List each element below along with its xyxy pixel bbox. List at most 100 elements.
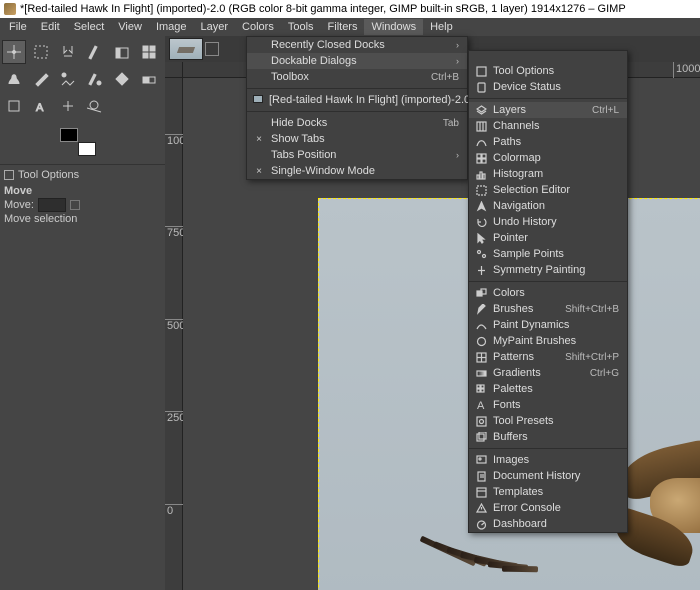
divider <box>0 164 165 165</box>
menubar[interactable]: FileEditSelectViewImageLayerColorsToolsF… <box>0 18 700 36</box>
device-icon <box>475 81 487 93</box>
menu-windows[interactable]: Windows <box>364 19 423 35</box>
tool-pencil[interactable] <box>29 67 53 91</box>
menu-item-gradients[interactable]: GradientsCtrl+G <box>469 365 627 381</box>
menu-item-layers[interactable]: LayersCtrl+L <box>469 102 627 118</box>
menu-item-sample-points[interactable]: Sample Points <box>469 246 627 262</box>
submenu-arrow-icon: › <box>456 56 459 66</box>
move-tip: Move selection <box>4 213 161 225</box>
toolbox: A <box>0 36 165 122</box>
menu-item-single-window-mode[interactable]: ×Single-Window Mode <box>247 163 467 179</box>
ruler-corner <box>165 62 183 78</box>
tool-smudge[interactable] <box>2 67 26 91</box>
menu-select[interactable]: Select <box>67 19 112 35</box>
paths-icon <box>475 136 487 148</box>
tool-icon <box>475 65 487 77</box>
image-tab-thumb[interactable] <box>169 38 203 60</box>
pat-icon <box>475 351 487 363</box>
tool-transform[interactable] <box>137 40 161 64</box>
ruler-vertical[interactable]: 10007505002500 <box>165 78 183 590</box>
font-icon: A <box>475 399 487 411</box>
tool-zoom[interactable] <box>83 94 107 118</box>
tool-move[interactable] <box>2 40 26 64</box>
tool-bucket[interactable] <box>110 40 134 64</box>
menu-item-symmetry-painting[interactable]: Symmetry Painting <box>469 262 627 278</box>
menu-item-tool-presets[interactable]: Tool Presets <box>469 413 627 429</box>
move-mode-dropdown-icon[interactable] <box>70 200 80 210</box>
menu-help[interactable]: Help <box>423 19 460 35</box>
tool-options-tab[interactable]: Tool Options <box>0 167 165 183</box>
menu-dockable-dialogs[interactable]: Tool OptionsDevice Status LayersCtrl+LCha… <box>468 50 628 533</box>
menu-edit[interactable]: Edit <box>34 19 67 35</box>
menu-item-device-status[interactable]: Device Status <box>469 79 627 95</box>
menu-item-images[interactable]: Images <box>469 452 627 468</box>
menu-item-templates[interactable]: Templates <box>469 484 627 500</box>
menu-item-colors[interactable]: Colors <box>469 285 627 301</box>
menu-view[interactable]: View <box>111 19 149 35</box>
menu-item-buffers[interactable]: Buffers <box>469 429 627 445</box>
grad-icon <box>475 367 487 379</box>
tool-eraser[interactable] <box>110 67 134 91</box>
menu-item-paint-dynamics[interactable]: Paint Dynamics <box>469 317 627 333</box>
menu-item-red-tailed-hawk-in-flight-imported[interactable]: [Red-tailed Hawk In Flight] (imported)-2… <box>247 92 467 108</box>
menu-item-paths[interactable]: Paths <box>469 134 627 150</box>
tool-rect-select[interactable] <box>29 40 53 64</box>
ruler-v-tick: 1000 <box>165 134 183 147</box>
tool-gradient[interactable] <box>137 67 161 91</box>
menu-image[interactable]: Image <box>149 19 194 35</box>
menu-item-mypaint-brushes[interactable]: MyPaint Brushes <box>469 333 627 349</box>
menu-item-tabs-position[interactable]: Tabs Position› <box>247 147 467 163</box>
menu-item-error-console[interactable]: Error Console <box>469 500 627 516</box>
menu-item-dockable-dialogs[interactable]: Dockable Dialogs› <box>247 53 467 69</box>
left-dock: A Tool Options Move Move: Move selection <box>0 36 165 590</box>
menu-windows[interactable]: Recently Closed Docks› Dockable Dialogs›… <box>246 36 468 180</box>
menu-item-tool-options[interactable]: Tool Options <box>469 63 627 79</box>
menu-item-palettes[interactable]: Palettes <box>469 381 627 397</box>
menu-item-recently-closed-docks[interactable]: Recently Closed Docks› <box>247 37 467 53</box>
menu-colors[interactable]: Colors <box>235 19 281 35</box>
tool-options-icon <box>4 170 14 180</box>
fg-color-swatch[interactable] <box>60 128 78 142</box>
menu-item-histogram[interactable]: Histogram <box>469 166 627 182</box>
svg-text:A: A <box>477 400 485 411</box>
pal-icon <box>475 383 487 395</box>
nav-icon <box>475 200 487 212</box>
menu-item-undo-history[interactable]: Undo History <box>469 214 627 230</box>
menu-item-dashboard[interactable]: Dashboard <box>469 516 627 532</box>
menu-item-fonts[interactable]: AFonts <box>469 397 627 413</box>
move-mode-picker[interactable] <box>38 198 66 212</box>
tool-paintbrush[interactable] <box>83 67 107 91</box>
menu-item-brushes[interactable]: BrushesShift+Ctrl+B <box>469 301 627 317</box>
hist-icon <box>475 168 487 180</box>
tool-crop[interactable] <box>2 94 26 118</box>
samp-icon <box>475 248 487 260</box>
tool-heal[interactable] <box>56 67 80 91</box>
menu-item-channels[interactable]: Channels <box>469 118 627 134</box>
menu-item-toolbox[interactable]: ToolboxCtrl+B <box>247 69 467 85</box>
buf-icon <box>475 431 487 443</box>
menu-item-hide-docks[interactable]: Hide DocksTab <box>247 115 467 131</box>
image-tab-close-icon[interactable] <box>205 42 219 56</box>
menu-item-colormap[interactable]: Colormap <box>469 150 627 166</box>
menu-item-navigation[interactable]: Navigation <box>469 198 627 214</box>
menu-layer[interactable]: Layer <box>194 19 236 35</box>
menu-filters[interactable]: Filters <box>321 19 365 35</box>
menu-item-selection-editor[interactable]: Selection Editor <box>469 182 627 198</box>
err-icon <box>475 502 487 514</box>
menu-item-pointer[interactable]: Pointer <box>469 230 627 246</box>
color-swatches[interactable] <box>60 128 96 156</box>
menu-item-show-tabs[interactable]: ×Show Tabs <box>247 131 467 147</box>
menu-tools[interactable]: Tools <box>281 19 321 35</box>
sel-icon <box>475 184 487 196</box>
menu-item-patterns[interactable]: PatternsShift+Ctrl+P <box>469 349 627 365</box>
tool-text[interactable]: A <box>29 94 53 118</box>
tool-scissors[interactable] <box>56 40 80 64</box>
tool-color-picker[interactable] <box>83 40 107 64</box>
bg-color-swatch[interactable] <box>78 142 96 156</box>
ptr-icon <box>475 232 487 244</box>
menu-item-document-history[interactable]: Document History <box>469 468 627 484</box>
dyn-icon <box>475 319 487 331</box>
ruler-v-tick: 500 <box>165 319 183 332</box>
menu-file[interactable]: File <box>2 19 34 35</box>
tool-align[interactable] <box>56 94 80 118</box>
